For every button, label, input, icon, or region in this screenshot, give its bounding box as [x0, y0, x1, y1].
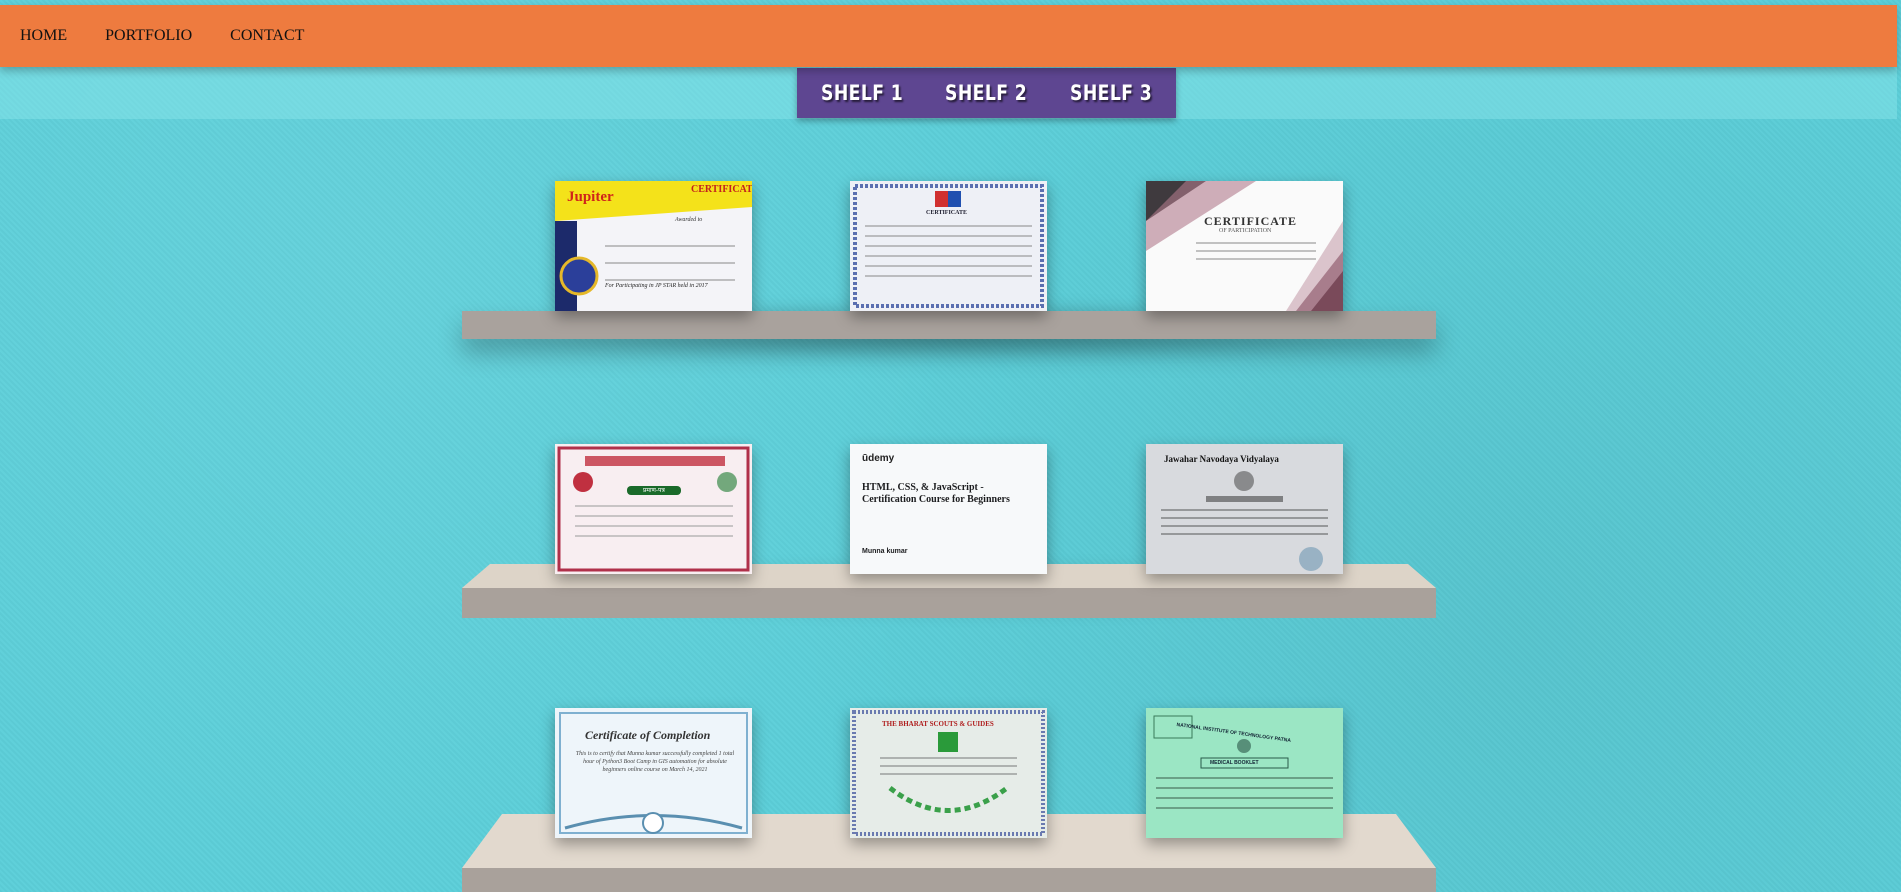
- nit-subtitle: MEDICAL BOOKLET: [1210, 760, 1259, 766]
- certificate-hindi[interactable]: प्रमाण-पत्र: [555, 444, 752, 574]
- certificate-nit[interactable]: NATIONAL INSTITUTE OF TECHNOLOGY PATNA M…: [1146, 708, 1343, 838]
- shelf-1-board: [462, 311, 1436, 339]
- jupiter-footer: For Participating in JP STAR held in 201…: [605, 283, 708, 289]
- certificate-scouts[interactable]: THE BHARAT SCOUTS & GUIDES: [850, 708, 1047, 838]
- shelf-menu: SHELF 1 SHELF 2 SHELF 3: [797, 68, 1176, 118]
- udemy-logo: ūdemy: [862, 453, 895, 464]
- nav-home-link[interactable]: HOME: [20, 27, 67, 45]
- jnv-title: Jawahar Navodaya Vidyalaya: [1164, 454, 1279, 464]
- completion-body: This is to certify that Munna kumar succ…: [575, 751, 735, 773]
- certificate-science[interactable]: CERTIFICATE: [850, 181, 1047, 311]
- completion-title: Certificate of Completion: [585, 728, 711, 742]
- certificate-jnv[interactable]: Jawahar Navodaya Vidyalaya: [1146, 444, 1343, 574]
- nav-portfolio-link[interactable]: PORTFOLIO: [105, 27, 192, 45]
- jupiter-awarded: Awarded to: [675, 217, 703, 223]
- udemy-course-title: HTML, CSS, & JavaScript - Certification …: [862, 482, 1010, 505]
- certificate-jupiter[interactable]: Jupiter CERTIFICATE Awarded to For Parti…: [555, 181, 752, 311]
- certificate-udemy[interactable]: ūdemy HTML, CSS, & JavaScript - Certific…: [850, 444, 1047, 574]
- nav-contact-link[interactable]: CONTACT: [230, 27, 304, 45]
- udemy-recipient: Munna kumar: [862, 548, 908, 555]
- certificate-completion[interactable]: Certificate of Completion This is to cer…: [555, 708, 752, 838]
- certificate-participation[interactable]: CERTIFICATE OF PARTICIPATION: [1146, 181, 1343, 311]
- top-navbar: HOME PORTFOLIO CONTACT: [0, 5, 1897, 67]
- science-title: CERTIFICATE: [926, 210, 968, 216]
- shelf-1-link[interactable]: SHELF 1: [821, 81, 903, 105]
- main-nav: HOME PORTFOLIO CONTACT: [0, 5, 322, 67]
- shelf-2-link[interactable]: SHELF 2: [945, 81, 1027, 105]
- shelf-3-link[interactable]: SHELF 3: [1070, 81, 1152, 105]
- hindi-badge: प्रमाण-पत्र: [643, 487, 665, 494]
- jupiter-brand: Jupiter: [567, 189, 614, 205]
- jupiter-title: CERTIFICATE: [691, 184, 752, 195]
- participation-subtitle: OF PARTICIPATION: [1219, 228, 1272, 234]
- scouts-title: THE BHARAT SCOUTS & GUIDES: [882, 720, 994, 728]
- participation-title: CERTIFICATE: [1204, 214, 1298, 228]
